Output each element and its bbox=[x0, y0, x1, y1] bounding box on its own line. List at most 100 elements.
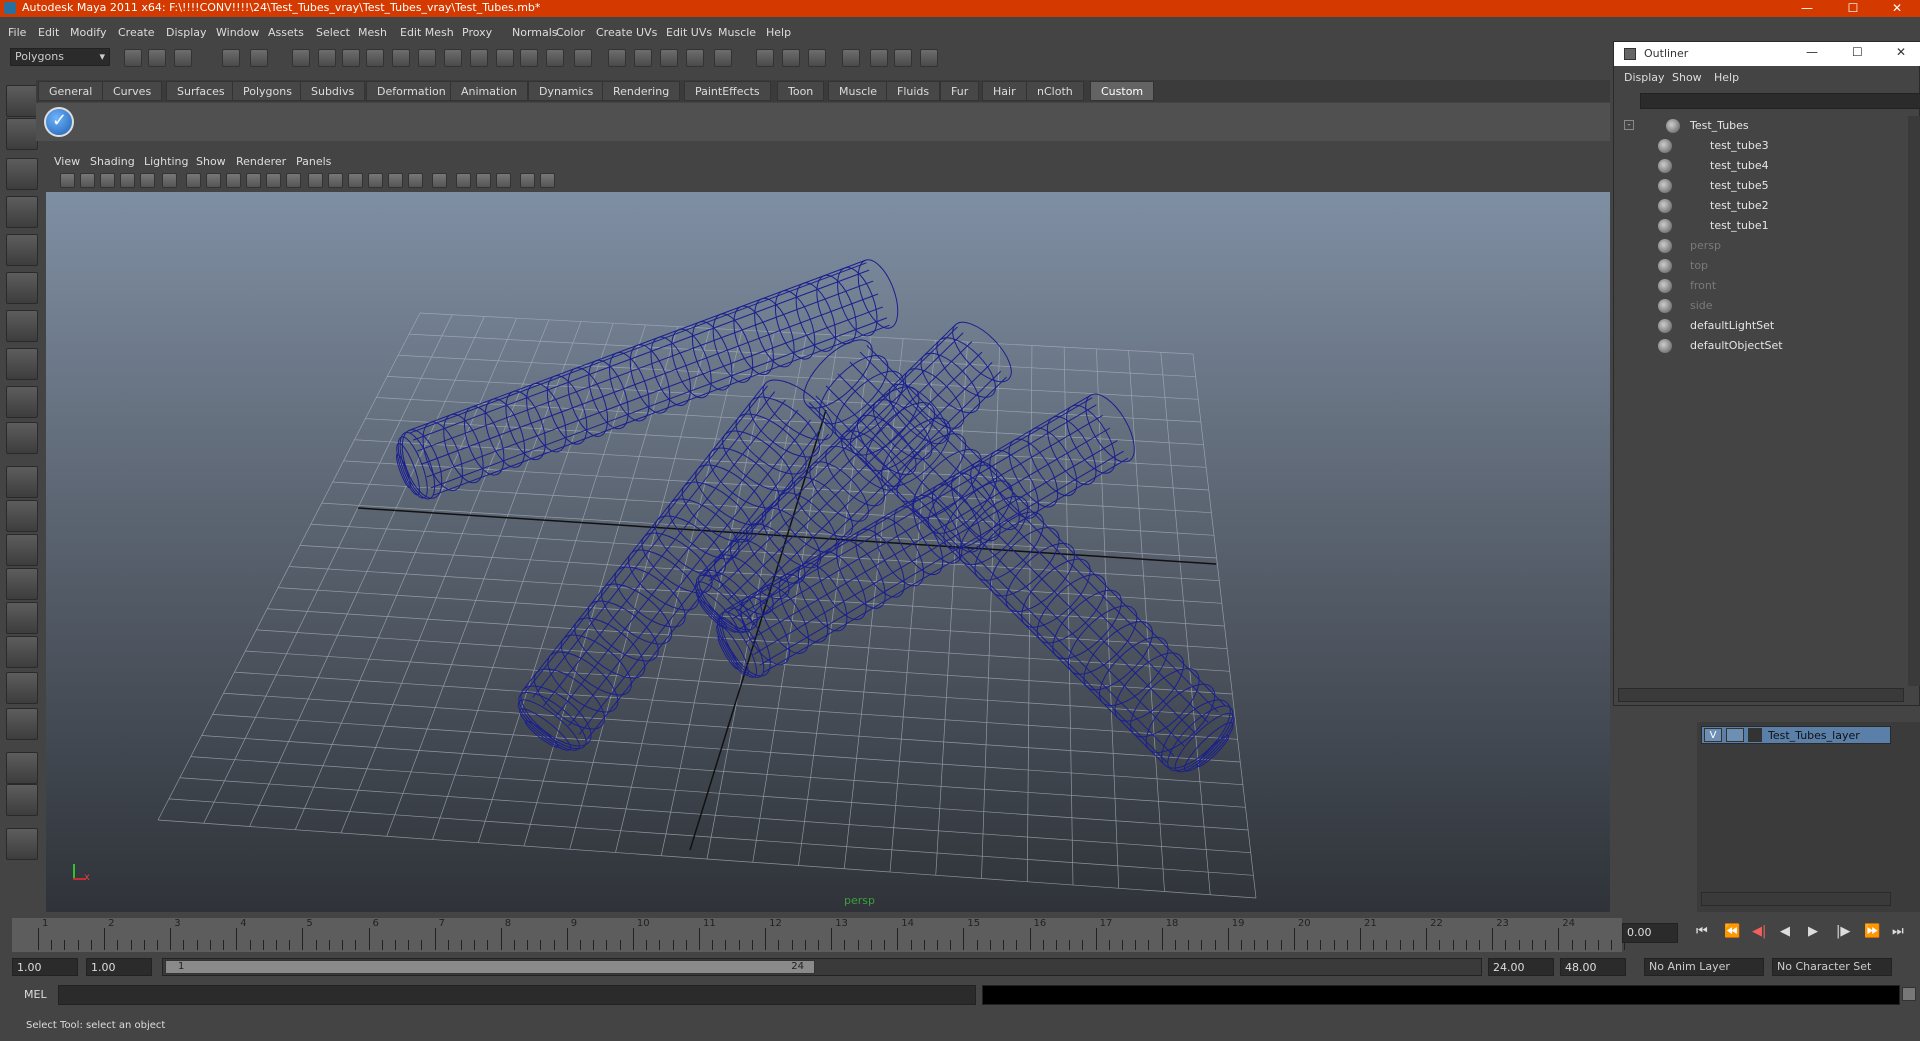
viewport-menu-view[interactable]: View bbox=[54, 155, 80, 168]
toolbar-tool-17-icon[interactable] bbox=[574, 49, 592, 67]
layer-horizontal-scrollbar[interactable] bbox=[1701, 892, 1891, 906]
toolbar-tool-6-icon[interactable] bbox=[292, 49, 310, 67]
toolbar-tool-27-icon[interactable] bbox=[870, 49, 888, 67]
anim-layer-dropdown[interactable]: No Anim Layer bbox=[1644, 958, 1764, 976]
tool-9-icon[interactable] bbox=[6, 386, 38, 418]
menu-window[interactable]: Window bbox=[216, 26, 259, 39]
layer-visibility-toggle[interactable]: V bbox=[1704, 728, 1722, 742]
shelf-tab-general[interactable]: General bbox=[38, 81, 104, 101]
tool-8-icon[interactable] bbox=[6, 348, 38, 380]
toolbar-tool-2-icon[interactable] bbox=[148, 49, 166, 67]
start-time-field[interactable]: 1.00 bbox=[12, 958, 78, 976]
menu-color[interactable]: Color bbox=[556, 26, 585, 39]
toolbar-tool-19-icon[interactable] bbox=[634, 49, 652, 67]
toolbar-tool-7-icon[interactable] bbox=[318, 49, 336, 67]
viewport-tool-18-icon[interactable] bbox=[408, 173, 423, 188]
menu-modify[interactable]: Modify bbox=[70, 26, 106, 39]
current-time-field[interactable]: 0.00 bbox=[1622, 923, 1678, 943]
outliner-minimize-icon[interactable]: — bbox=[1806, 45, 1818, 59]
tool-7-icon[interactable] bbox=[6, 310, 38, 342]
mode-selector-dropdown[interactable]: Polygons ▾ bbox=[10, 48, 110, 66]
shelf-tab-deformation[interactable]: Deformation bbox=[366, 81, 457, 101]
toolbar-tool-20-icon[interactable] bbox=[660, 49, 678, 67]
shelf-tab-painteffects[interactable]: PaintEffects bbox=[684, 81, 771, 101]
viewport-tool-1-icon[interactable] bbox=[60, 173, 75, 188]
step-forward-frame-icon[interactable]: |▶ bbox=[1836, 924, 1850, 939]
menu-create[interactable]: Create bbox=[118, 26, 155, 39]
menu-edit[interactable]: Edit bbox=[38, 26, 59, 39]
play-forward-icon[interactable]: ▶ bbox=[1808, 924, 1818, 939]
viewport-tool-21-icon[interactable] bbox=[476, 173, 491, 188]
viewport-tool-10-icon[interactable] bbox=[246, 173, 261, 188]
shelf-tab-muscle[interactable]: Muscle bbox=[828, 81, 889, 101]
outliner-item-test-tube2[interactable]: test_tube2 bbox=[1614, 196, 1906, 216]
viewport-tool-17-icon[interactable] bbox=[388, 173, 403, 188]
viewport-tool-11-icon[interactable] bbox=[266, 173, 281, 188]
menu-file[interactable]: File bbox=[8, 26, 26, 39]
perspective-viewport[interactable]: persp x bbox=[46, 192, 1610, 912]
viewport-tool-7-icon[interactable] bbox=[186, 173, 201, 188]
tool-15-icon[interactable] bbox=[6, 602, 38, 634]
time-slider[interactable]: 1 2 3 4 5 6 7 8 9 10 11 12 13 14 15 16 17 18 19 20 21 22 23 24 bbox=[12, 918, 1626, 952]
outliner-maximize-icon[interactable]: ☐ bbox=[1852, 45, 1863, 59]
outliner-vertical-scrollbar[interactable] bbox=[1908, 116, 1920, 686]
menu-create-uvs[interactable]: Create UVs bbox=[596, 26, 657, 39]
layer-display-type-toggle[interactable] bbox=[1726, 728, 1744, 742]
tool-12-icon[interactable] bbox=[6, 500, 38, 532]
end-time-field[interactable]: 48.00 bbox=[1560, 958, 1626, 976]
toolbar-tool-8-icon[interactable] bbox=[342, 49, 360, 67]
viewport-tool-13-icon[interactable] bbox=[308, 173, 323, 188]
outliner-menu-display[interactable]: Display bbox=[1624, 71, 1665, 84]
shelf-tab-animation[interactable]: Animation bbox=[450, 81, 529, 101]
outliner-menu-help[interactable]: Help bbox=[1714, 71, 1739, 84]
toolbar-tool-15-icon[interactable] bbox=[520, 49, 538, 67]
character-set-dropdown[interactable]: No Character Set bbox=[1772, 958, 1892, 976]
step-back-key-icon[interactable]: ⏪ bbox=[1724, 924, 1740, 939]
go-to-start-icon[interactable]: ⏮ bbox=[1696, 924, 1708, 939]
play-backward-icon[interactable]: ◀ bbox=[1780, 924, 1790, 939]
outliner-item-front[interactable]: front bbox=[1614, 276, 1906, 296]
toolbar-tool-24-icon[interactable] bbox=[782, 49, 800, 67]
outliner-horizontal-scrollbar[interactable] bbox=[1618, 688, 1904, 702]
tool-11-icon[interactable] bbox=[6, 466, 38, 498]
tool-6-icon[interactable] bbox=[6, 272, 38, 304]
viewport-menu-show[interactable]: Show bbox=[196, 155, 226, 168]
tool-19-icon[interactable] bbox=[6, 752, 38, 784]
shelf-tab-polygons[interactable]: Polygons bbox=[232, 81, 303, 101]
tool-3-icon[interactable] bbox=[6, 158, 38, 190]
viewport-tool-22-icon[interactable] bbox=[496, 173, 511, 188]
shelf-tab-dynamics[interactable]: Dynamics bbox=[528, 81, 605, 101]
menu-muscle[interactable]: Muscle bbox=[718, 26, 756, 39]
menu-help[interactable]: Help bbox=[766, 26, 791, 39]
toolbar-tool-26-icon[interactable] bbox=[842, 49, 860, 67]
shelf-tab-custom[interactable]: Custom bbox=[1090, 81, 1155, 101]
step-back-frame-icon[interactable]: ◀| bbox=[1752, 924, 1766, 939]
toolbar-tool-23-icon[interactable] bbox=[756, 49, 774, 67]
viewport-tool-3-icon[interactable] bbox=[100, 173, 115, 188]
select-tool-icon[interactable] bbox=[6, 85, 38, 117]
shelf-tab-fur[interactable]: Fur bbox=[940, 81, 980, 101]
tool-10-icon[interactable] bbox=[6, 422, 38, 454]
viewport-tool-6-icon[interactable] bbox=[162, 173, 177, 188]
outliner-close-icon[interactable]: ✕ bbox=[1896, 45, 1906, 59]
shelf-tab-rendering[interactable]: Rendering bbox=[602, 81, 681, 101]
toolbar-tool-4-icon[interactable] bbox=[222, 49, 240, 67]
toolbar-tool-14-icon[interactable] bbox=[496, 49, 514, 67]
toolbar-tool-22-icon[interactable] bbox=[714, 49, 732, 67]
shelf-tab-subdivs[interactable]: Subdivs bbox=[300, 81, 366, 101]
menu-edit-mesh[interactable]: Edit Mesh bbox=[400, 26, 454, 39]
outliner-item-side[interactable]: side bbox=[1614, 296, 1906, 316]
toolbar-tool-5-icon[interactable] bbox=[250, 49, 268, 67]
toolbar-tool-25-icon[interactable] bbox=[808, 49, 826, 67]
menu-normals[interactable]: Normals bbox=[512, 26, 558, 39]
viewport-tool-15-icon[interactable] bbox=[348, 173, 363, 188]
toolbar-tool-18-icon[interactable] bbox=[608, 49, 626, 67]
go-to-end-icon[interactable]: ⏭ bbox=[1892, 924, 1904, 939]
menu-mesh[interactable]: Mesh bbox=[358, 26, 387, 39]
range-slider-handle[interactable]: 1 24 bbox=[165, 960, 815, 974]
menu-proxy[interactable]: Proxy bbox=[462, 26, 492, 39]
range-slider[interactable]: 1 24 bbox=[162, 958, 1482, 976]
shelf-tab-toon[interactable]: Toon bbox=[777, 81, 825, 101]
menu-select[interactable]: Select bbox=[316, 26, 350, 39]
layer-color-swatch[interactable] bbox=[1748, 728, 1762, 742]
